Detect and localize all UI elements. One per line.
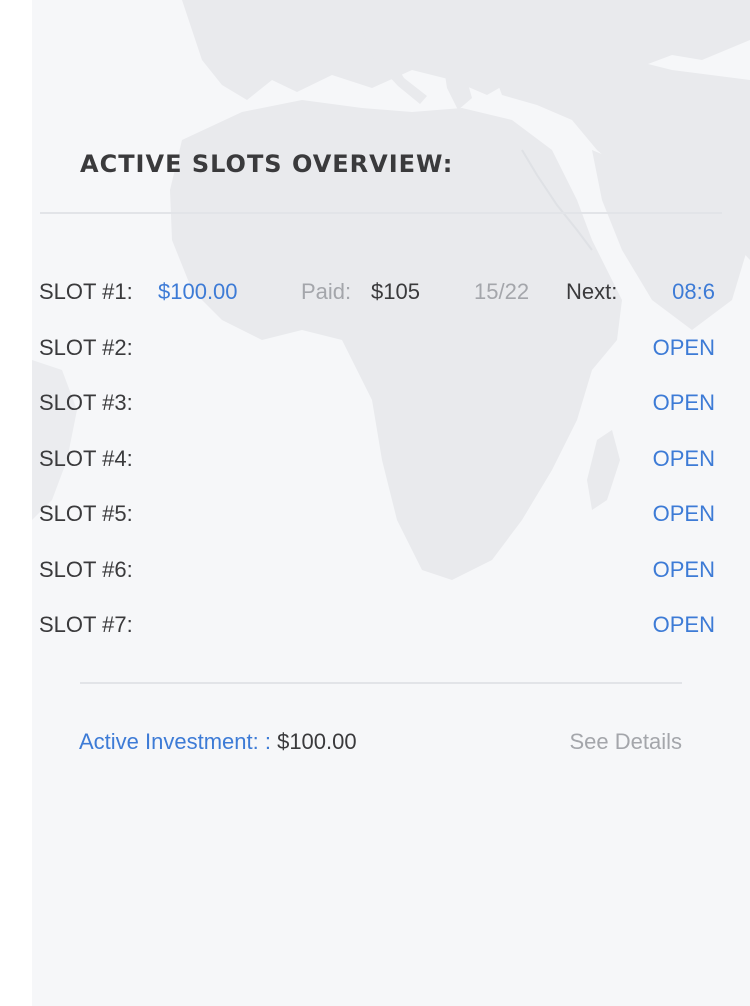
slot-row-2: SLOT #2: OPEN — [39, 333, 715, 363]
slot-row-5: SLOT #5: OPEN — [39, 499, 715, 529]
slot-row-6: SLOT #6: OPEN — [39, 555, 715, 585]
open-slot-link[interactable]: OPEN — [653, 555, 715, 585]
open-slot-link[interactable]: OPEN — [653, 499, 715, 529]
paid-label: Paid: — [301, 279, 352, 304]
page-title: ACTIVE SLOTS OVERVIEW: — [80, 150, 454, 178]
slot-label: SLOT #5: — [39, 501, 133, 526]
active-investment-label: Active Investment: : — [79, 729, 278, 754]
slot-label: SLOT #2: — [39, 335, 133, 360]
open-slot-link[interactable]: OPEN — [653, 444, 715, 474]
see-details-link[interactable]: See Details — [569, 727, 682, 757]
slot-label: SLOT #3: — [39, 390, 133, 415]
open-slot-link[interactable]: OPEN — [653, 610, 715, 640]
slot-label: SLOT #6: — [39, 557, 133, 582]
slot-row-7: SLOT #7: OPEN — [39, 610, 715, 640]
next-payment-time: 08:6 — [672, 279, 715, 304]
slot-label: SLOT #4: — [39, 446, 133, 471]
section-divider — [40, 212, 722, 214]
active-investment-value: $100.00 — [277, 729, 357, 754]
open-slot-link[interactable]: OPEN — [653, 388, 715, 418]
paid-value: $105 — [371, 279, 420, 304]
slot-row-1[interactable]: SLOT #1: $100.00 Paid: $105 15/22 Next: … — [39, 277, 715, 307]
next-label: Next: — [566, 279, 618, 304]
slots-panel: ACTIVE SLOTS OVERVIEW: SLOT #1: $100.00 … — [32, 0, 750, 1006]
slot-amount: $100.00 — [158, 279, 238, 304]
open-slot-link[interactable]: OPEN — [653, 333, 715, 363]
payment-progress: 15/22 — [474, 279, 530, 304]
slot-row-4: SLOT #4: OPEN — [39, 444, 715, 474]
slot-label: SLOT #7: — [39, 612, 133, 637]
slot-row-3: SLOT #3: OPEN — [39, 388, 715, 418]
active-investment-summary: Active Investment: : $100.00 See Details — [79, 727, 682, 757]
footer-divider — [80, 682, 682, 684]
slot-label: SLOT #1: — [39, 279, 133, 304]
